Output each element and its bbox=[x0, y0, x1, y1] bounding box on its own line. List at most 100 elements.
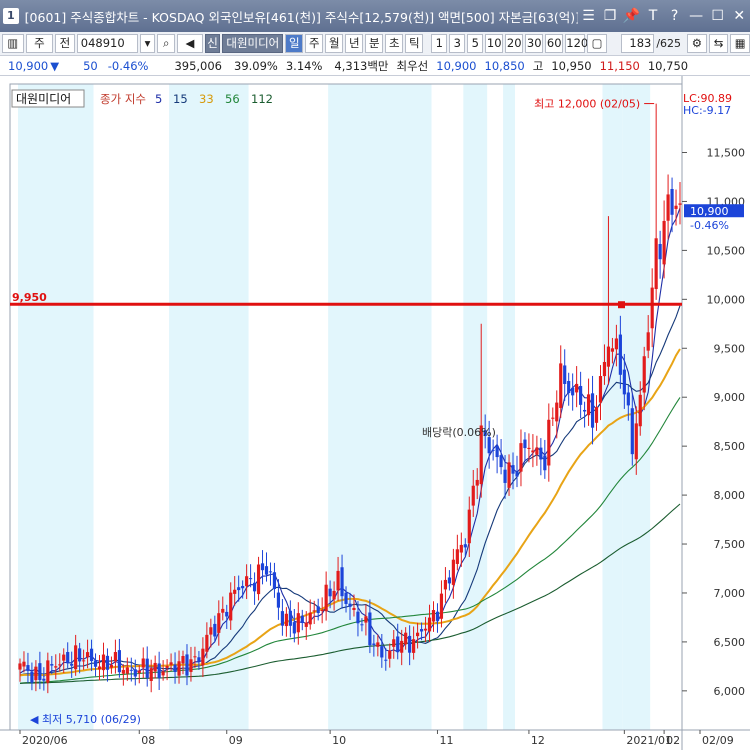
quote-change: 50 bbox=[83, 58, 98, 73]
candle-body bbox=[78, 648, 82, 662]
candle-body bbox=[22, 661, 26, 667]
candle-body bbox=[221, 608, 225, 613]
candle-body bbox=[153, 662, 157, 672]
custom-period-icon[interactable]: ▢ bbox=[587, 34, 607, 53]
text-icon[interactable]: T bbox=[642, 5, 664, 27]
count-input[interactable]: 183 bbox=[620, 34, 655, 53]
candle-body bbox=[268, 571, 273, 573]
grid-icon[interactable]: ▦ bbox=[730, 34, 750, 53]
candle-body bbox=[58, 664, 62, 666]
compare-icon[interactable]: ⇆ bbox=[708, 34, 729, 53]
period-button[interactable]: 년 bbox=[345, 34, 364, 53]
minute-button[interactable]: 30 bbox=[525, 34, 544, 53]
candle-body bbox=[304, 622, 308, 627]
candle-body bbox=[451, 559, 455, 585]
candle-body bbox=[396, 636, 400, 653]
indicator-icon[interactable]: ⚙ bbox=[687, 34, 707, 53]
minute-button[interactable]: 120 bbox=[565, 34, 588, 53]
candle-body bbox=[431, 610, 436, 622]
candle-body bbox=[201, 648, 205, 666]
code-dropdown-icon[interactable]: ▾ bbox=[139, 34, 156, 53]
candle-body bbox=[165, 666, 169, 668]
maximize-icon[interactable]: ☐ bbox=[707, 5, 729, 27]
close-icon[interactable]: ✕ bbox=[728, 5, 750, 27]
period-button[interactable]: 분 bbox=[365, 34, 384, 53]
candle-body bbox=[650, 287, 654, 329]
candle-body bbox=[340, 567, 344, 597]
minute-button[interactable]: 5 bbox=[467, 34, 484, 53]
candle-body bbox=[50, 664, 54, 666]
candle-body bbox=[487, 437, 491, 454]
candle-body bbox=[654, 238, 658, 290]
candle-body bbox=[284, 613, 288, 627]
chart-area[interactable]: 6,000 6,500 7,000 7,500 8,000 8,500 9,000 9,500… bbox=[0, 76, 750, 750]
minute-button[interactable]: 60 bbox=[545, 34, 564, 53]
search-icon[interactable]: ⌕ bbox=[157, 34, 176, 53]
candle-body bbox=[336, 570, 340, 591]
candle-body bbox=[30, 671, 34, 683]
candle-body bbox=[213, 623, 217, 637]
code-input[interactable]: 048910 bbox=[76, 34, 138, 53]
candle-body bbox=[527, 447, 531, 449]
quote-pref-label: 최우선 bbox=[396, 58, 429, 73]
candle-body bbox=[308, 612, 312, 625]
stock-chart[interactable]: 6,000 6,500 7,000 7,500 8,000 8,500 9,000 9,500… bbox=[0, 76, 750, 750]
candle-body bbox=[519, 443, 523, 472]
y-tick-label: 9,500 bbox=[714, 342, 746, 355]
candle-body bbox=[82, 660, 86, 662]
period-button[interactable]: 틱 bbox=[405, 34, 424, 53]
candle-body bbox=[89, 648, 94, 662]
pin-icon[interactable]: 📌 bbox=[621, 5, 643, 27]
layout-icon[interactable]: ▥ bbox=[2, 34, 24, 53]
candle-body bbox=[408, 635, 412, 653]
candle-body bbox=[523, 439, 527, 449]
candle-body bbox=[586, 394, 591, 416]
candle-body bbox=[443, 579, 448, 590]
minute-button[interactable]: 20 bbox=[505, 34, 524, 53]
candle-body bbox=[141, 658, 145, 668]
y-tick-label: 8,500 bbox=[714, 440, 746, 453]
min-annotation: ◀ 최저 5,710 (06/29) bbox=[30, 713, 141, 726]
restore-icon[interactable]: ❐ bbox=[599, 5, 621, 27]
quote-amount: 4,313백만 bbox=[334, 58, 389, 73]
x-tick-label: 09 bbox=[229, 734, 243, 747]
candle-body bbox=[38, 663, 42, 681]
candle-body bbox=[245, 576, 249, 587]
candle-body bbox=[344, 592, 348, 604]
quote-bid: 10,900 bbox=[436, 58, 477, 73]
period-button[interactable]: 월 bbox=[325, 34, 344, 53]
candle-body bbox=[447, 577, 451, 584]
minute-button[interactable]: 3 bbox=[449, 34, 466, 53]
period-button[interactable]: 초 bbox=[385, 34, 404, 53]
candle-body bbox=[535, 447, 539, 455]
x-tick-label: 10 bbox=[332, 734, 346, 747]
candle-body bbox=[400, 640, 404, 653]
menu-icon[interactable]: ☰ bbox=[578, 5, 600, 27]
legend-title: 종가 지수 bbox=[100, 92, 146, 106]
candle-body bbox=[292, 622, 296, 634]
scope-select[interactable]: 전 bbox=[55, 34, 75, 53]
quote-high-label: 고 bbox=[532, 58, 544, 73]
minimize-icon[interactable]: — bbox=[685, 5, 707, 27]
period-button[interactable]: 일 bbox=[285, 34, 304, 53]
speaker-icon[interactable]: ◀ bbox=[177, 34, 203, 53]
help-icon[interactable]: ? bbox=[664, 5, 686, 27]
max-annotation: 최고 12,000 (02/05) bbox=[534, 98, 640, 111]
market-select[interactable]: 주 bbox=[25, 34, 54, 53]
candle-body bbox=[412, 639, 416, 653]
candle-body bbox=[189, 659, 193, 672]
candle-body bbox=[666, 194, 670, 221]
candle-body bbox=[312, 610, 316, 612]
candle-body bbox=[117, 650, 121, 673]
candle-body bbox=[539, 447, 543, 460]
minute-button[interactable]: 1 bbox=[431, 34, 448, 53]
candle-body bbox=[392, 639, 396, 647]
candle-body bbox=[209, 627, 213, 635]
candle-body bbox=[630, 408, 634, 455]
candle-body bbox=[157, 663, 161, 679]
candle-body bbox=[97, 666, 102, 670]
minute-button[interactable]: 10 bbox=[485, 34, 504, 53]
quote-turnover: 3.14% bbox=[285, 58, 323, 73]
period-button[interactable]: 주 bbox=[305, 34, 324, 53]
candle-body bbox=[674, 205, 678, 209]
